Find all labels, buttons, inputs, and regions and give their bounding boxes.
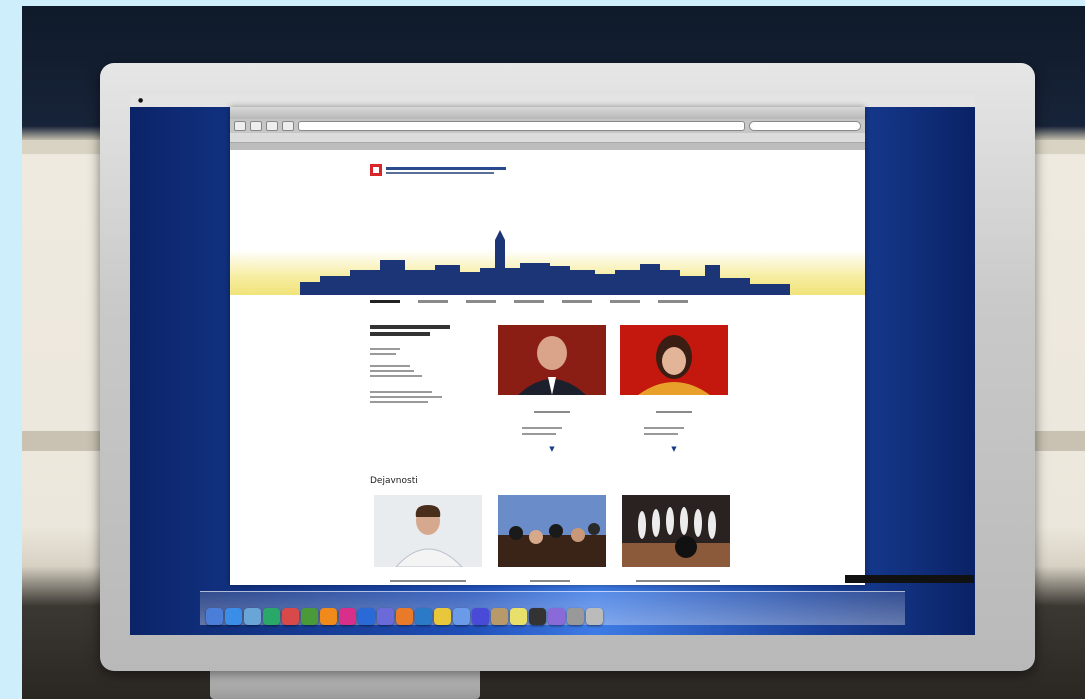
- profile-photo: [498, 325, 606, 395]
- nav-item[interactable]: [562, 300, 592, 303]
- main-nav: [370, 300, 688, 303]
- reload-button[interactable]: [266, 121, 278, 131]
- bridge-icon[interactable]: [377, 608, 394, 625]
- profile-card[interactable]: ▼: [620, 325, 728, 453]
- preview-icon[interactable]: [244, 608, 261, 625]
- section-title: Dejavnosti: [370, 476, 418, 486]
- nav-item[interactable]: [658, 300, 688, 303]
- mail-icon[interactable]: [453, 608, 470, 625]
- thumbnail-caption: [636, 580, 720, 582]
- menubar-clock: [967, 95, 975, 107]
- activity-thumbnail[interactable]: [498, 495, 606, 567]
- finder-icon[interactable]: [206, 608, 223, 625]
- download-status: [845, 575, 974, 583]
- firefox-icon[interactable]: [396, 608, 413, 625]
- nav-item[interactable]: [418, 300, 448, 303]
- notes-icon[interactable]: [510, 608, 527, 625]
- thunderbird-icon[interactable]: [415, 608, 432, 625]
- activity-thumbnail[interactable]: [374, 495, 482, 567]
- itunes-icon[interactable]: [263, 608, 280, 625]
- nav-item[interactable]: [610, 300, 640, 303]
- profile-photo: [620, 325, 728, 395]
- search-input[interactable]: [749, 121, 861, 131]
- nav-item[interactable]: [370, 300, 400, 303]
- contact-sidebar: [370, 325, 480, 406]
- addressbook-icon[interactable]: [491, 608, 508, 625]
- terminal-icon[interactable]: [529, 608, 546, 625]
- nav-item[interactable]: [466, 300, 496, 303]
- chevron-down-icon[interactable]: ▼: [620, 445, 728, 453]
- logo-text: [386, 166, 506, 174]
- illustrator-icon[interactable]: [320, 608, 337, 625]
- apple-icon[interactable]: ●: [138, 95, 143, 107]
- browser-toolbar: [230, 119, 865, 133]
- sidebar-title: [370, 325, 450, 329]
- profile-card[interactable]: ▼: [498, 325, 606, 453]
- thumbnail-caption: [530, 580, 570, 582]
- system-prefs-icon[interactable]: [567, 608, 584, 625]
- monitor-screen: ● ▼ ▼ Dejavnosti: [130, 95, 975, 635]
- web-page: ▼ ▼ Dejavnosti: [230, 150, 865, 585]
- thumbnail-caption: [390, 580, 466, 582]
- bookmarks-bar[interactable]: [230, 133, 865, 143]
- forward-button[interactable]: [250, 121, 262, 131]
- header-skyline: [230, 230, 865, 295]
- back-button[interactable]: [234, 121, 246, 131]
- ical-icon[interactable]: [282, 608, 299, 625]
- chrome-icon[interactable]: [434, 608, 451, 625]
- photo-icon[interactable]: [548, 608, 565, 625]
- browser-titlebar: [230, 107, 865, 119]
- safari-icon[interactable]: [225, 608, 242, 625]
- indesign-icon[interactable]: [339, 608, 356, 625]
- browser-window: ▼ ▼ Dejavnosti: [230, 107, 865, 585]
- logo-mark-icon: [370, 164, 382, 176]
- site-logo[interactable]: [370, 164, 506, 176]
- photoshop-icon[interactable]: [358, 608, 375, 625]
- os-dock: [200, 591, 905, 625]
- os-menubar: ●: [130, 95, 975, 107]
- dreamweaver-icon[interactable]: [301, 608, 318, 625]
- ichat-icon[interactable]: [472, 608, 489, 625]
- url-input[interactable]: [298, 121, 745, 131]
- home-button[interactable]: [282, 121, 294, 131]
- nav-item[interactable]: [514, 300, 544, 303]
- profile-name: [534, 411, 570, 413]
- activity-thumbnail[interactable]: [622, 495, 730, 567]
- trash-icon[interactable]: [586, 608, 603, 625]
- profile-name: [656, 411, 692, 413]
- chevron-down-icon[interactable]: ▼: [498, 445, 606, 453]
